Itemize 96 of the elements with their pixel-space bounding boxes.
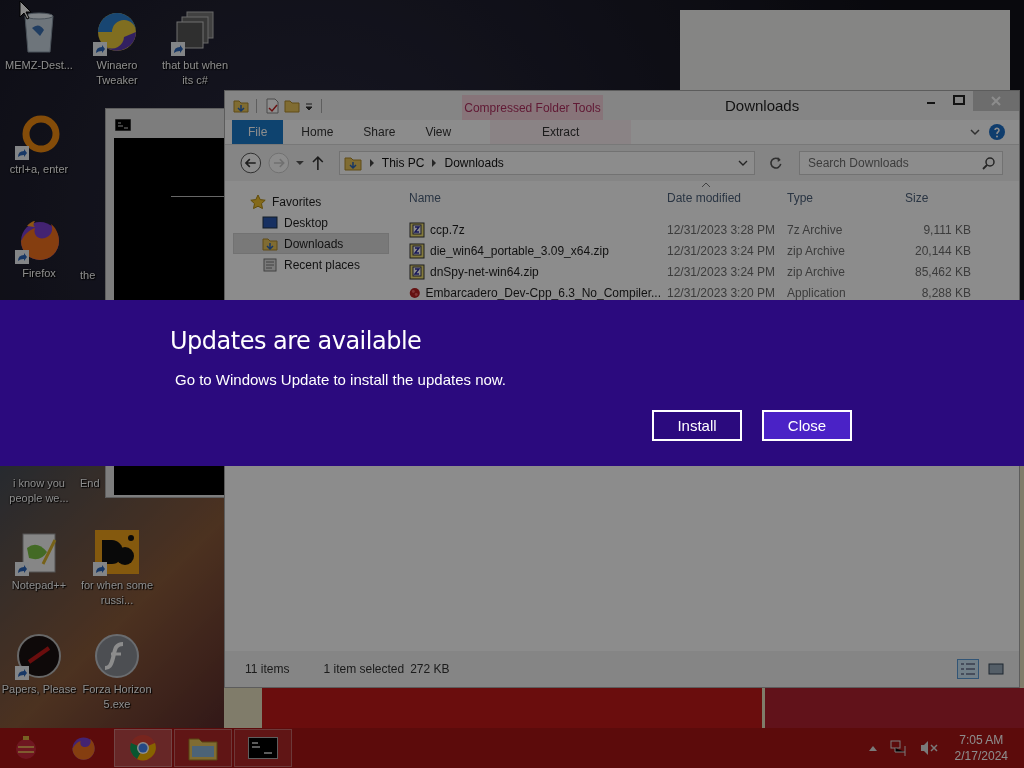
speaker-icon[interactable] (919, 740, 938, 756)
ribbon-tab[interactable]: Home (286, 120, 349, 144)
banner-button[interactable]: Install (652, 410, 742, 441)
archive-file-icon (409, 263, 425, 280)
breadcrumb[interactable]: This PC (381, 156, 425, 170)
date-modified-cell-text: 12/31/2023 3:24 PM (666, 264, 777, 279)
breadcrumb-arrow-icon[interactable] (430, 158, 439, 168)
archive-file-icon (409, 242, 425, 259)
ribbon-tab[interactable]: File (232, 120, 284, 144)
desktop-icon-label[interactable]: Notepad++ (1, 578, 77, 593)
details-view-icon[interactable] (957, 659, 979, 679)
nav-item[interactable]: Favorites (233, 191, 389, 212)
chrome-circle-icon (129, 734, 157, 762)
dark-circle-icon[interactable] (15, 632, 63, 680)
flash-circle-icon[interactable] (93, 632, 141, 680)
desktop-icon-label[interactable]: ctrl+a, enter (1, 162, 77, 177)
folder-icon (188, 735, 218, 761)
date-modified-cell-text: 12/31/2023 3:24 PM (666, 243, 777, 258)
desktop-icon-label[interactable]: Papers, Please (1, 682, 77, 697)
desktop-icon-label[interactable]: Winaero Tweaker (79, 58, 155, 88)
desktop-icon-label[interactable]: that but when its c# (157, 58, 233, 88)
date-modified-cell-text: 12/31/2023 3:20 PM (666, 285, 777, 300)
taskbar-button[interactable] (174, 729, 232, 767)
banner-message: Go to Windows Update to install the updates now. (175, 371, 508, 388)
banner-title: Updates are available (170, 326, 423, 357)
file-type-cell-text: Application (786, 285, 847, 300)
folder-icon (343, 155, 362, 171)
desktop-icon-label[interactable]: Firefox (1, 266, 77, 281)
column-header[interactable]: Type (781, 191, 899, 205)
banner-button[interactable]: Close (762, 410, 852, 441)
terminal-icon (248, 737, 278, 759)
tray-caret-icon[interactable] (867, 744, 878, 752)
desktop-icon-label[interactable]: the (80, 268, 96, 283)
desktop-icon-label[interactable]: MEMZ-Dest... (1, 58, 77, 73)
taskbar-button[interactable] (234, 729, 292, 767)
file-name: ccp.7z (430, 222, 465, 237)
dropdown-caret-icon[interactable] (295, 158, 306, 168)
file-type-cell-text: 7z Archive (786, 222, 844, 237)
chevron-down-icon[interactable] (969, 126, 981, 138)
file-row[interactable]: Embarcadero_Dev-Cpp_6.3_No_Compiler... 12/31/2023 3:20 PM Application 8,288 KB (401, 282, 981, 303)
breadcrumb-arrow-icon[interactable] (367, 158, 376, 168)
ribbon-tab[interactable]: Share (348, 120, 411, 144)
ornament-icon (13, 735, 39, 761)
nav-item[interactable]: Downloads (233, 233, 389, 254)
recent-places-icon (262, 256, 278, 273)
address-bar[interactable]: This PC Downloads (338, 151, 756, 175)
up-arrow-icon[interactable] (311, 155, 325, 171)
desktop-icon-label[interactable]: End (80, 476, 100, 491)
folder-icon[interactable] (233, 97, 249, 114)
item-count: 11 items (245, 662, 290, 676)
dropdown-caret-icon[interactable] (304, 100, 314, 111)
column-header[interactable]: Name (401, 191, 661, 205)
app-tile-icon[interactable] (93, 528, 141, 576)
file-name: dnSpy-net-win64.zip (430, 264, 539, 279)
file-type-cell-text: zip Archive (786, 243, 847, 258)
ribbon-tab[interactable]: View (410, 120, 467, 144)
cursor-icon (19, 0, 32, 20)
clock-date[interactable]: 2/17/2024 (954, 748, 1008, 764)
document-check-icon[interactable] (264, 97, 280, 114)
help-icon[interactable] (989, 124, 1005, 140)
file-row[interactable]: die_win64_portable_3.09_x64.zip 12/31/2023 3:24 PM zip Archive 20,144 KB (401, 240, 981, 261)
chevron-down-icon[interactable] (738, 158, 749, 168)
file-row[interactable]: ccp.7z 12/31/2023 3:28 PM 7z Archive 9,111 KB (401, 219, 981, 240)
search-icon (982, 156, 996, 170)
star-icon (250, 193, 266, 210)
desktop-icon-label[interactable]: for when some russi... (79, 578, 155, 608)
taskbar-button[interactable] (114, 729, 172, 767)
file-type-cell-text: zip Archive (786, 264, 847, 279)
selection-status: 1 item selected (323, 662, 405, 676)
window-title: Downloads (725, 97, 800, 115)
file-size-cell-text: 8,288 KB (920, 285, 972, 300)
selection-size: 272 KB (410, 662, 450, 676)
terminal-icon (115, 119, 131, 131)
date-modified-cell-text: 12/31/2023 3:28 PM (666, 222, 777, 237)
sort-up-icon (702, 182, 710, 187)
file-size-cell-text: 9,111 KB (922, 222, 972, 237)
column-header[interactable]: Date modified (661, 191, 781, 205)
network-icon[interactable] (889, 740, 908, 756)
ribbon-tab[interactable]: Extract (490, 120, 632, 144)
column-header[interactable]: Size (899, 191, 973, 205)
file-row[interactable]: dnSpy-net-win64.zip 12/31/2023 3:24 PM zip Archive 85,462 KB (401, 261, 981, 282)
desktop-icon-label[interactable]: Forza Horizon 5.exe (79, 682, 155, 712)
file-name: die_win64_portable_3.09_x64.zip (430, 243, 609, 258)
desktop-icon (262, 215, 278, 230)
nav-item[interactable]: Recent places (233, 254, 389, 275)
file-name: Embarcadero_Dev-Cpp_6.3_No_Compiler... (425, 285, 661, 300)
context-tab-header: Compressed Folder Tools (462, 95, 603, 120)
clock-time[interactable]: 7:05 AM (959, 732, 1004, 748)
search-field[interactable]: Search Downloads (799, 151, 1003, 175)
folder-icon (262, 235, 278, 252)
archive-file-icon (409, 221, 425, 238)
nav-item[interactable]: Desktop (233, 212, 389, 233)
file-size-cell-text: 85,462 KB (913, 264, 972, 279)
breadcrumb[interactable]: Downloads (444, 156, 504, 170)
file-size-cell-text: 20,144 KB (913, 243, 972, 258)
desktop-icon-label[interactable]: i know you people we... (1, 476, 77, 506)
